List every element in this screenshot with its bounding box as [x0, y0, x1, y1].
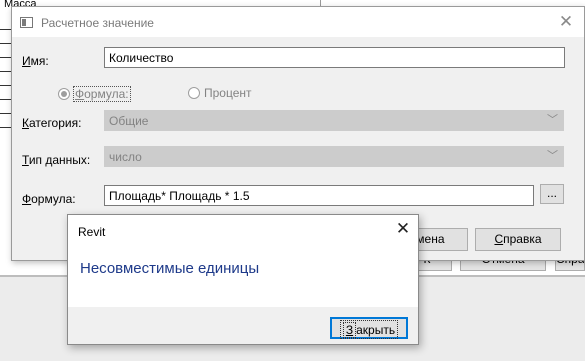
- dialog-titlebar[interactable]: Расчетное значение ✕: [12, 7, 584, 37]
- formula-browse-button[interactable]: ...: [540, 184, 564, 204]
- alert-message: Несовместимые единицы: [80, 260, 260, 277]
- category-label: Категория:: [22, 116, 82, 130]
- close-icon[interactable]: ✕: [558, 13, 574, 30]
- table-icon: [20, 17, 33, 28]
- datatype-label: Тип данных:: [22, 153, 91, 167]
- name-field[interactable]: Количество: [104, 47, 565, 68]
- datatype-select[interactable]: число ﹀: [104, 146, 564, 167]
- radio-formula-label: Формула:: [73, 86, 131, 102]
- formula-label: Формула:: [22, 192, 76, 206]
- close-icon[interactable]: ✕: [395, 220, 411, 237]
- revit-alert-dialog: Revit ✕ Несовместимые единицы Закрыть: [67, 214, 419, 345]
- alert-close-button[interactable]: Закрыть: [330, 317, 408, 339]
- category-select[interactable]: Общие ﹀: [104, 110, 564, 131]
- name-label: Имя:: [22, 54, 49, 68]
- alert-title: Revit: [78, 225, 106, 239]
- radio-formula[interactable]: Формула:: [58, 86, 131, 102]
- help-button[interactable]: Справка: [475, 228, 561, 251]
- radio-percent[interactable]: Процент: [188, 86, 253, 100]
- radio-checked-icon: [58, 88, 70, 100]
- radio-unchecked-icon: [188, 87, 200, 99]
- radio-percent-label: Процент: [204, 86, 252, 100]
- chevron-down-icon: ﹀: [547, 114, 558, 126]
- chevron-down-icon: ﹀: [547, 150, 558, 162]
- datatype-value: число: [109, 150, 142, 164]
- category-value: Общие: [109, 114, 149, 128]
- alert-body: Revit ✕ Несовместимые единицы: [68, 215, 418, 307]
- dialog-title: Расчетное значение: [41, 16, 154, 30]
- formula-field[interactable]: Площадь* Площадь * 1.5: [104, 185, 534, 206]
